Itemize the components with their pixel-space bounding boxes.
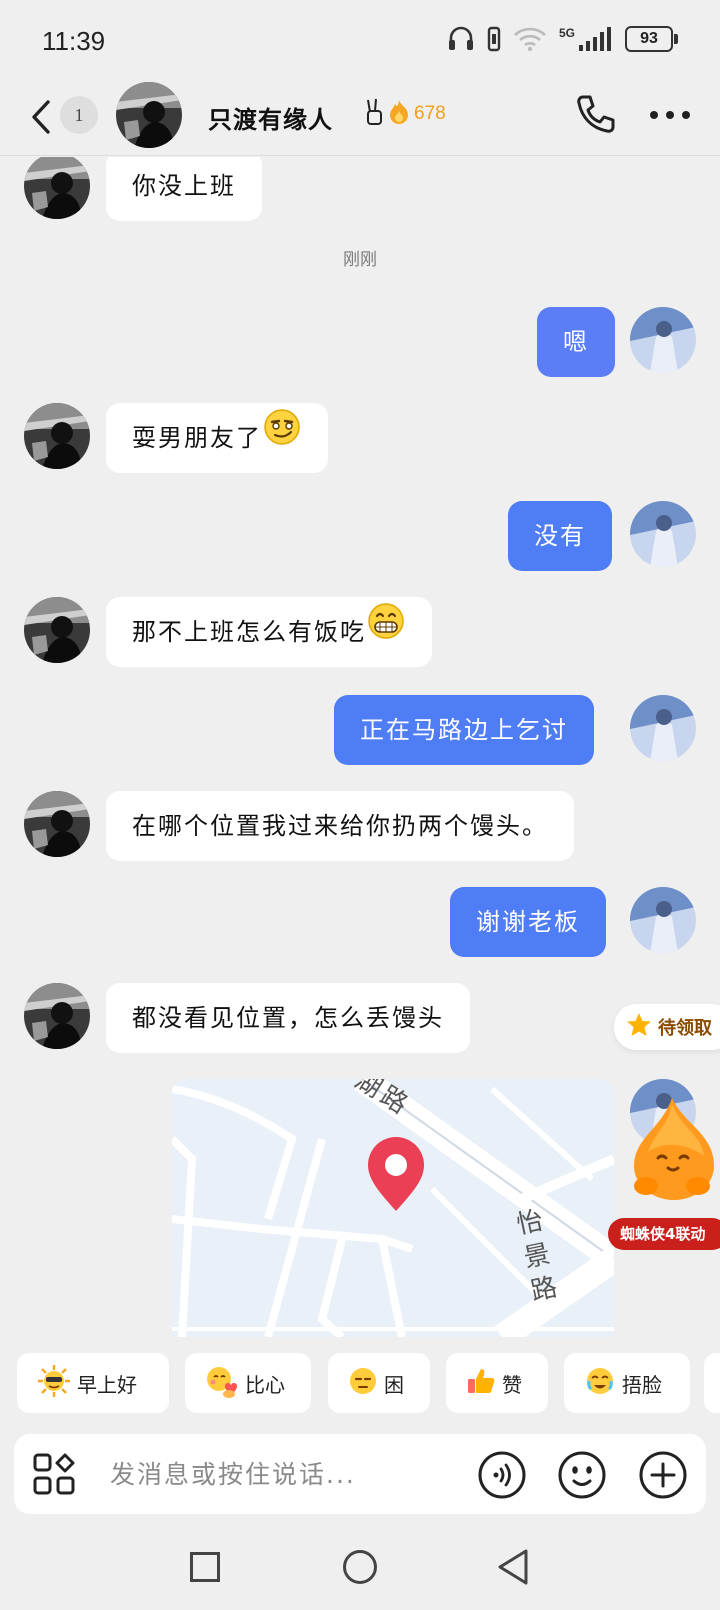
back-triangle-icon (496, 1549, 530, 1590)
voice-button[interactable] (477, 1450, 527, 1500)
status-bar: 11:39 5G 93 (0, 0, 720, 80)
back-arrow-icon (30, 100, 52, 144)
quick-reply-chip[interactable]: 早上好 (17, 1353, 169, 1413)
battery-icon: 93 (625, 26, 678, 52)
task-reward-tag[interactable]: 待领取 (614, 1004, 720, 1050)
system-back-button[interactable] (496, 1548, 530, 1586)
message-text: 耍男朋友了 (132, 424, 262, 452)
more-button[interactable] (648, 100, 692, 130)
location-map-message[interactable]: 湖路 怡景路 (172, 1079, 614, 1337)
status-icons: 5G 93 (447, 26, 678, 52)
network-type: 5G (558, 26, 575, 40)
message-input-bar (14, 1434, 706, 1514)
contact-name[interactable]: 只渡有缘人 (208, 100, 333, 135)
message-bubble-outgoing[interactable]: 谢谢老板 (450, 887, 606, 957)
promo-badge[interactable]: 蜘蛛侠4联动 (608, 1218, 720, 1250)
sun-emoji (37, 1364, 71, 1402)
contact-avatar[interactable] (116, 82, 182, 148)
more-actions-button[interactable] (638, 1450, 688, 1500)
voice-icon (477, 1451, 527, 1504)
contact-avatar[interactable] (24, 157, 90, 219)
recent-apps-button[interactable] (190, 1552, 220, 1582)
message-bubble-incoming[interactable]: 那不上班怎么有饭吃 (106, 597, 432, 667)
vibrate-icon (487, 26, 501, 52)
task-label: 待领取 (658, 1018, 712, 1039)
sleepy-emoji (348, 1366, 378, 1400)
streak-count: 678 (414, 103, 446, 124)
quick-reply-bar: 早上好 比心 困 赞 捂脸 (0, 1353, 720, 1415)
my-avatar[interactable] (630, 887, 696, 953)
my-avatar[interactable] (630, 695, 696, 761)
status-time: 11:39 (42, 26, 106, 56)
contact-avatar[interactable] (24, 403, 90, 469)
message-bubble-incoming[interactable]: 在哪个位置我过来给你扔两个馒头。 (106, 791, 574, 861)
fire-icon (388, 99, 410, 129)
call-button[interactable] (574, 92, 618, 136)
smirk-emoji (262, 404, 302, 474)
message-bubble-incoming[interactable]: 都没看见位置，怎么丢馒头 (106, 983, 470, 1053)
message-bubble-incoming[interactable]: 耍男朋友了 (106, 403, 328, 473)
headphones-icon (447, 26, 475, 52)
message-bubble-incoming[interactable]: 你没上班 (106, 157, 262, 221)
message-text: 谢谢老板 (476, 908, 580, 936)
smiley-icon (557, 1451, 607, 1504)
message-text: 嗯 (563, 328, 589, 356)
system-nav-bar (0, 1540, 720, 1610)
facepalm-emoji (584, 1365, 616, 1401)
streak: 678 (366, 98, 446, 130)
star-icon (626, 1012, 652, 1042)
contact-avatar[interactable] (24, 983, 90, 1049)
home-button[interactable] (343, 1550, 377, 1584)
wifi-icon (513, 26, 547, 52)
more-icon (648, 111, 692, 134)
chip-label: 困 (384, 1372, 404, 1397)
emoji-button[interactable] (557, 1450, 607, 1500)
signal-icon: 5G (559, 27, 613, 51)
message-bubble-outgoing[interactable]: 正在马路边上乞讨 (334, 695, 594, 765)
battery-level: 93 (625, 26, 673, 52)
my-avatar[interactable] (630, 307, 696, 373)
chat-header: 1 只渡有缘人 678 (0, 80, 720, 156)
apps-button[interactable] (32, 1452, 76, 1496)
message-bubble-outgoing[interactable]: 没有 (508, 501, 612, 571)
mascot-icon[interactable] (624, 1094, 720, 1204)
contact-avatar[interactable] (24, 597, 90, 663)
message-bubble-outgoing[interactable]: 嗯 (537, 307, 615, 377)
quick-reply-chip[interactable]: 困 (328, 1353, 430, 1413)
message-text: 都没看见位置，怎么丢馒头 (132, 1004, 444, 1032)
quick-reply-chip[interactable]: 比心 (185, 1353, 311, 1413)
message-input[interactable] (110, 1452, 470, 1496)
message-text: 没有 (534, 522, 586, 550)
quick-reply-chip[interactable]: 赞 (446, 1353, 548, 1413)
message-text: 正在马路边上乞讨 (360, 716, 568, 744)
message-timestamp: 刚刚 (343, 250, 377, 270)
message-text: 那不上班怎么有饭吃 (132, 618, 366, 646)
plus-icon (638, 1451, 688, 1504)
quick-reply-chip[interactable]: 捂脸 (564, 1353, 690, 1413)
chip-label: 比心 (245, 1372, 285, 1397)
chip-label: 赞 (502, 1372, 522, 1397)
message-text: 在哪个位置我过来给你扔两个馒头。 (132, 812, 548, 840)
contact-avatar[interactable] (24, 791, 90, 857)
message-text: 你没上班 (132, 172, 236, 200)
heart-hands-emoji (205, 1364, 239, 1402)
thumbs-up-emoji (466, 1366, 496, 1400)
unread-count-badge: 1 (60, 96, 98, 134)
victory-hand-icon (366, 98, 384, 130)
apps-grid-icon (32, 1453, 76, 1500)
my-avatar[interactable] (630, 501, 696, 567)
phone-icon (574, 95, 618, 140)
chip-label: 捂脸 (622, 1372, 662, 1397)
quick-reply-chip-partial[interactable] (704, 1353, 720, 1413)
chip-label: 早上好 (77, 1372, 137, 1397)
grin-emoji (366, 598, 406, 668)
message-list[interactable]: 你没上班 刚刚 嗯 耍男朋友了 没有 那不上班怎么有饭吃 正在马路边上乞讨 在哪… (0, 157, 720, 1337)
